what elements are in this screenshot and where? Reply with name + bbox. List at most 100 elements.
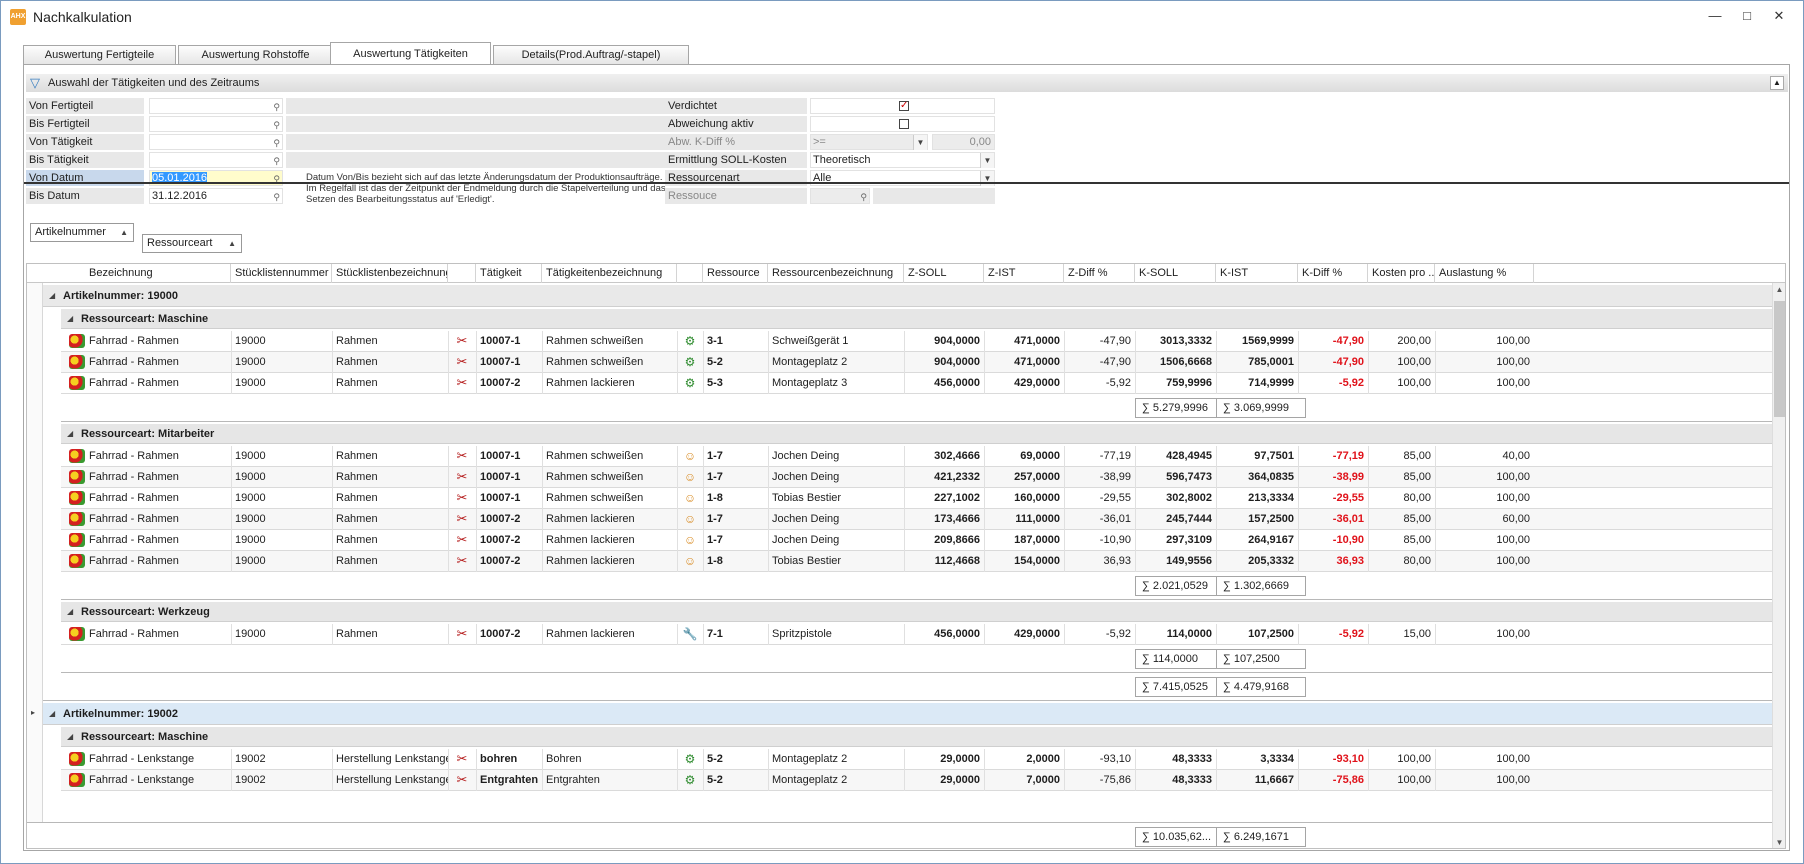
column-header-stuecklistenbezeichnung[interactable]: Stücklistenbezeichnung [332, 264, 448, 283]
table-row[interactable]: ✂ ⚙ Fahrrad - Lenkstange 19002 Herstellung L… [61, 770, 1774, 791]
cell-taetigkeit: 10007-2 [480, 534, 521, 546]
cell-auslastung: 100,00 [1496, 555, 1530, 567]
column-header-k-diff[interactable]: K-Diff % [1298, 264, 1368, 283]
person-icon: ☺ [683, 554, 697, 568]
collapse-filter-button[interactable]: ▲ [1770, 76, 1784, 90]
chevron-down-icon[interactable]: ▼ [980, 153, 994, 168]
cell-k-diff: -75,86 [1332, 774, 1364, 786]
von-taetigkeit-input[interactable]: ⚲ [149, 134, 283, 150]
cell-kosten-pro: 15,00 [1403, 628, 1431, 640]
vertical-scrollbar[interactable]: ▲ ▼ [1772, 283, 1785, 848]
search-icon[interactable]: ⚲ [273, 118, 280, 133]
group-row-ressourceart[interactable]: ◢ Ressourceart: Maschine [61, 727, 1774, 747]
cell-taetigkeit: 10007-2 [480, 377, 521, 389]
table-row[interactable]: ✂ ☺ Fahrrad - Rahmen 19000 Rahmen 10007-1 Rahm… [61, 488, 1774, 509]
column-header-ressource-icon[interactable] [677, 264, 703, 283]
expand-arrow-icon[interactable]: ◢ [49, 285, 55, 307]
table-row[interactable]: ✂ ⚙ Fahrrad - Lenkstange 19002 Herstellung L… [61, 749, 1774, 770]
group-row-artikel[interactable]: ◢ Artikelnummer: 19002 [43, 703, 1774, 725]
person-icon: ☺ [683, 533, 697, 547]
table-row[interactable]: ✂ ☺ Fahrrad - Rahmen 19000 Rahmen 10007-1 Rahm… [61, 467, 1774, 488]
table-row[interactable]: ✂ 🔧 Fahrrad - Rahmen 19000 Rahmen 10007-2 Rahm… [61, 624, 1774, 645]
subgroup-title: Ressourceart: Werkzeug [81, 606, 210, 618]
abw-operator-select[interactable]: >= ▼ [810, 134, 928, 150]
von-fertigteil-input[interactable]: ⚲ [149, 98, 283, 114]
expand-arrow-icon[interactable]: ◢ [67, 424, 73, 444]
cell-stuecklistenbezeichnung: Rahmen [336, 628, 378, 640]
expand-arrow-icon[interactable]: ◢ [67, 602, 73, 622]
table-row[interactable]: ✂ ☺ Fahrrad - Rahmen 19000 Rahmen 10007-1 Rahm… [61, 446, 1774, 467]
column-header-taetigkeitenbezeichnung[interactable]: Tätigkeitenbezeichnung [542, 264, 677, 283]
cell-k-ist: 107,2500 [1248, 628, 1294, 640]
column-header-bezeichnung[interactable]: Bezeichnung [85, 264, 231, 283]
table-row[interactable]: ✂ ⚙ Fahrrad - Rahmen 19000 Rahmen 10007-1 Rahm… [61, 331, 1774, 352]
cell-z-diff: -47,90 [1099, 335, 1131, 347]
cell-stuecklistennummer: 19000 [235, 471, 266, 483]
cell-taetigkeit: 10007-1 [480, 450, 521, 462]
table-row[interactable]: ✂ ☺ Fahrrad - Rahmen 19000 Rahmen 10007-2 Rahm… [61, 551, 1774, 572]
column-header-taetigkeit[interactable]: Tätigkeit [476, 264, 542, 283]
search-icon[interactable]: ⚲ [273, 154, 280, 169]
chevron-down-icon[interactable]: ▼ [913, 135, 927, 150]
search-icon[interactable]: ⚲ [860, 190, 867, 205]
cell-k-diff: -36,01 [1332, 513, 1364, 525]
table-row[interactable]: ✂ ☺ Fahrrad - Rahmen 19000 Rahmen 10007-2 Rahm… [61, 530, 1774, 551]
column-header-ressource[interactable]: Ressource [703, 264, 768, 283]
column-header-k-ist[interactable]: K-IST [1216, 264, 1298, 283]
group-row-artikel[interactable]: ◢ Artikelnummer: 19000 [43, 285, 1774, 307]
expand-arrow-icon[interactable]: ◢ [67, 727, 73, 747]
ressouce-input[interactable]: ⚲ [810, 188, 870, 204]
expand-arrow-icon[interactable]: ◢ [49, 703, 55, 725]
group-row-ressourceart[interactable]: ◢ Ressourceart: Maschine [61, 309, 1774, 329]
tab-auswertung-rohstoffe[interactable]: Auswertung Rohstoffe [178, 45, 333, 64]
column-header-auslastung[interactable]: Auslastung % [1435, 264, 1534, 283]
abw-value-input[interactable]: 0,00 [932, 134, 995, 150]
scroll-up-icon[interactable]: ▲ [1773, 283, 1785, 297]
tab-auswertung-fertigteile[interactable]: Auswertung Fertigteile [23, 45, 176, 64]
group-chip-artikelnummer[interactable]: Artikelnummer ▲ [30, 223, 134, 242]
cell-stuecklistennummer: 19000 [235, 534, 266, 546]
row-status-icon [69, 533, 85, 547]
row-status-icon [69, 376, 85, 390]
splitter[interactable] [24, 182, 1789, 184]
scroll-down-icon[interactable]: ▼ [1773, 836, 1785, 848]
row-status-icon [69, 752, 85, 766]
verdichtet-checkbox[interactable]: ✓ [899, 101, 909, 111]
close-button[interactable]: ✕ [1765, 5, 1793, 27]
table-row[interactable]: ✂ ⚙ Fahrrad - Rahmen 19000 Rahmen 10007-1 Rahm… [61, 352, 1774, 373]
column-header-z-diff[interactable]: Z-Diff % [1064, 264, 1135, 283]
group-row-ressourceart[interactable]: ◢ Ressourceart: Mitarbeiter [61, 424, 1774, 444]
scroll-thumb[interactable] [1774, 301, 1785, 417]
expand-arrow-icon[interactable]: ◢ [67, 309, 73, 329]
tab-details[interactable]: Details(Prod.Auftrag/-stapel) [493, 45, 689, 64]
group-row-ressourceart[interactable]: ◢ Ressourceart: Werkzeug [61, 602, 1774, 622]
search-icon[interactable]: ⚲ [273, 136, 280, 151]
column-header-ressourcenbezeichnung[interactable]: Ressourcenbezeichnung [768, 264, 904, 283]
cell-taetigkeit: 10007-1 [480, 471, 521, 483]
column-header-stuecklistennummer[interactable]: Stücklistennummer [231, 264, 332, 283]
column-header-k-soll[interactable]: K-SOLL [1135, 264, 1216, 283]
minimize-button[interactable]: — [1701, 5, 1729, 27]
column-header-z-soll[interactable]: Z-SOLL [904, 264, 984, 283]
table-row[interactable]: ✂ ⚙ Fahrrad - Rahmen 19000 Rahmen 10007-2 Rahm… [61, 373, 1774, 394]
soll-kosten-select[interactable]: Theoretisch ▼ [810, 152, 995, 168]
column-header-taetigkeit-icon[interactable] [448, 264, 476, 283]
group-chip-ressourceart[interactable]: Ressourceart ▲ [142, 234, 242, 253]
tab-auswertung-taetigkeiten[interactable]: Auswertung Tätigkeiten [330, 42, 491, 65]
cell-auslastung: 100,00 [1496, 356, 1530, 368]
tools-icon: ✂ [456, 490, 468, 505]
abweichung-checkbox[interactable] [899, 119, 909, 129]
column-header-kosten-pro[interactable]: Kosten pro ... [1368, 264, 1435, 283]
filter-funnel-icon: ▽ [30, 75, 40, 90]
cell-stuecklistennummer: 19000 [235, 450, 266, 462]
table-row[interactable]: ✂ ☺ Fahrrad - Rahmen 19000 Rahmen 10007-2 Rahm… [61, 509, 1774, 530]
calendar-icon[interactable]: ⚲ [273, 190, 280, 205]
column-header-z-ist[interactable]: Z-IST [984, 264, 1064, 283]
maximize-button[interactable]: □ [1733, 5, 1761, 27]
bis-datum-input[interactable]: 31.12.2016 ⚲ [149, 188, 283, 204]
bis-fertigteil-input[interactable]: ⚲ [149, 116, 283, 132]
search-icon[interactable]: ⚲ [273, 100, 280, 115]
calendar-icon[interactable]: ⚲ [273, 172, 280, 187]
tools-icon: ✂ [456, 532, 468, 547]
bis-taetigkeit-input[interactable]: ⚲ [149, 152, 283, 168]
